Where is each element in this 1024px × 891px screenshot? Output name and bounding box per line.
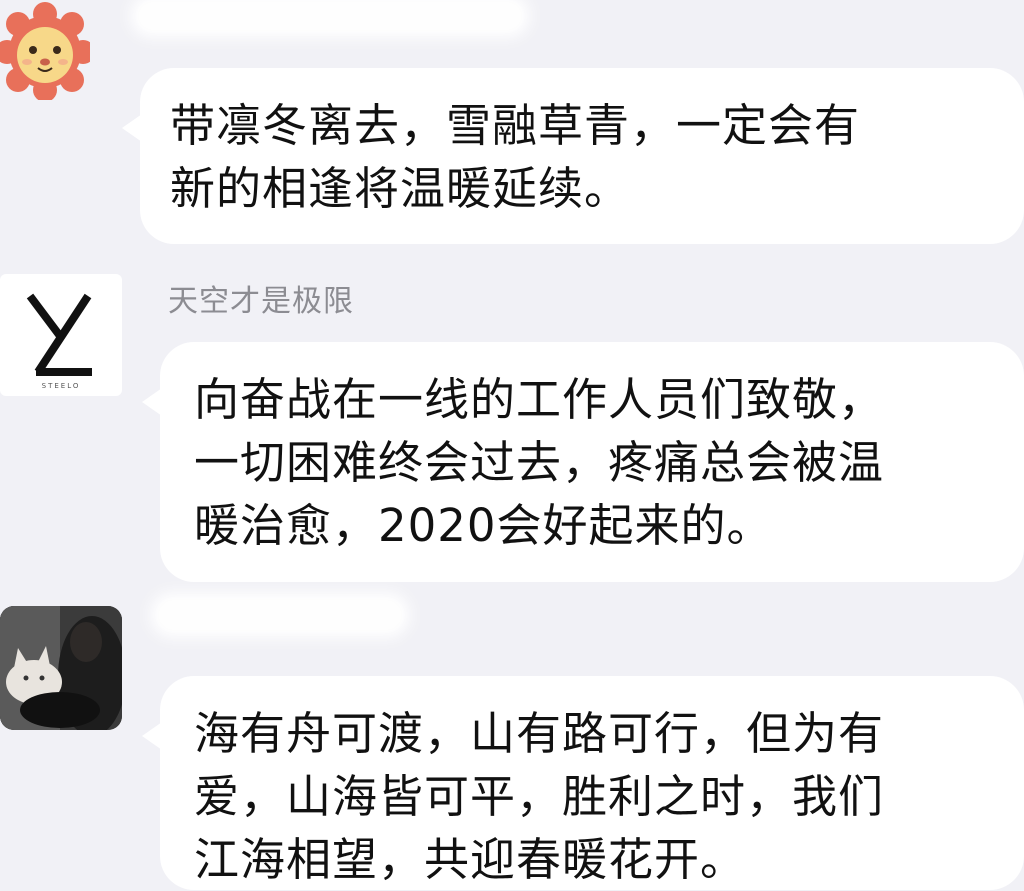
message-line: 一切困难终会过去，疼痛总会被温 — [194, 436, 885, 489]
message-line: 海有舟可渡，山有路可行，但为有 — [194, 707, 885, 760]
cat-photo-avatar[interactable] — [0, 606, 122, 730]
redacted-sender-name-bottom — [150, 592, 410, 638]
lion-avatar[interactable] — [0, 0, 122, 102]
yl-logo-avatar[interactable]: STEELO — [0, 274, 122, 396]
message-line: 新的相逢将温暖延续。 — [170, 162, 631, 215]
message-line: 带凛冬离去，雪融草青，一定会有 — [170, 99, 861, 152]
message-line: 暖治愈，2020会好起来的。 — [194, 499, 773, 552]
cat-photo-icon — [0, 606, 122, 730]
sender-name: 天空才是极限 — [168, 284, 354, 319]
message-bubble-2[interactable]: 向奋战在一线的工作人员们致敬， 一切困难终会过去，疼痛总会被温 暖治愈，2020… — [142, 342, 1024, 582]
message-bubble-3[interactable]: 海有舟可渡，山有路可行，但为有 爱，山海皆可平，胜利之时，我们 江海相望，共迎春… — [142, 676, 1024, 890]
lion-face-icon — [0, 2, 95, 102]
redacted-sender-name-top — [130, 0, 530, 38]
message-bubble-1[interactable]: 带凛冬离去，雪融草青，一定会有 新的相逢将温暖延续。 — [122, 68, 1024, 244]
yl-logo-icon: STEELO — [26, 293, 92, 390]
message-line: 江海相望，共迎春暖花开。 — [194, 833, 747, 886]
message-line: 向奋战在一线的工作人员们致敬， — [194, 373, 885, 426]
message-line: 爱，山海皆可平，胜利之时，我们 — [194, 770, 885, 823]
logo-caption: STEELO — [42, 382, 81, 390]
